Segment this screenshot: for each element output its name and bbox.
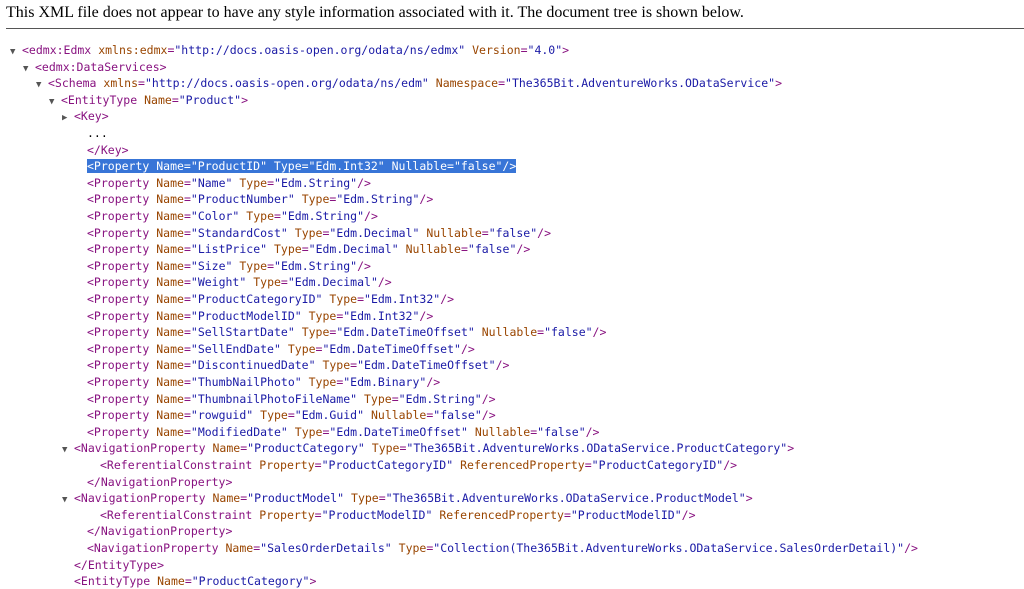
xml-node-text: <Property Name="ThumbnailPhotoFileName" … [87,391,496,406]
collapse-arrow-icon[interactable]: ▼ [62,492,74,508]
collapse-arrow-icon[interactable]: ▼ [10,44,22,60]
expand-arrow-icon[interactable]: ▶ [62,110,74,126]
xml-node-text: </NavigationProperty> [87,524,233,539]
xml-line: <Property Name="DiscontinuedDate" Type="… [87,357,509,373]
xml-line: ▼ <NavigationProperty Name="ProductCatego… [62,440,794,456]
xml-line: <Property Name="ProductModelID" Type="Ed… [87,308,433,324]
xml-line: <EntityType Name="ProductCategory"> [74,573,316,589]
xml-node-text: ... [87,126,108,140]
xml-node-text: <EntityType Name="Product"> [61,92,248,107]
xml-node-text: <Property Name="ListPrice" Type="Edm.Dec… [87,242,531,257]
xml-line: <Property Name="ListPrice" Type="Edm.Dec… [87,241,530,257]
xml-node-text: <Property Name="DiscontinuedDate" Type="… [87,358,510,373]
xml-node-text: <Property Name="ProductCategoryID" Type=… [87,292,455,306]
xml-line: <Property Name="SellEndDate" Type="Edm.D… [87,341,475,357]
xml-node-text: <Property Name="SellStartDate" Type="Edm… [87,325,607,340]
xml-node-text: </NavigationProperty> [87,474,233,489]
xml-line: <ReferentialConstraint Property="Product… [100,457,737,473]
notice-divider [6,28,1024,29]
xml-line: ... [87,125,108,141]
xml-node-text: <Property Name="ProductNumber" Type="Edm… [87,192,434,207]
xml-node-text: <Property Name="StandardCost" Type="Edm.… [87,225,552,240]
xml-node-text: <ReferentialConstraint Property="Product… [100,458,738,472]
xml-node-text: <Property Name="Weight" Type="Edm.Decima… [87,275,392,290]
xml-line: <Property Name="ModifiedDate" Type="Edm.… [87,424,599,440]
xml-line: <Property Name="rowguid" Type="Edm.Guid"… [87,407,496,423]
xml-node-text: <Schema xmlns="http://docs.oasis-open.or… [48,76,782,91]
xml-line: <Property Name="Name" Type="Edm.String"/… [87,175,371,191]
xml-style-notice: This XML file does not appear to have an… [6,4,744,21]
xml-node-text: </Key> [87,142,129,157]
xml-line-selected: <Property Name="ProductID" Type="Edm.Int… [87,158,517,174]
collapse-arrow-icon[interactable]: ▼ [49,94,61,110]
xml-node-text: <edmx:Edmx xmlns:edmx="http://docs.oasis… [22,43,570,57]
xml-node-text: </EntityType> [74,557,165,572]
xml-line: <Property Name="Weight" Type="Edm.Decima… [87,274,392,290]
xml-line: <Property Name="ThumbnailPhotoFileName" … [87,391,496,407]
xml-node-text: <Property Name="ThumbNailPhoto" Type="Ed… [87,375,441,389]
xml-node-text: <Property Name="rowguid" Type="Edm.Guid"… [87,408,496,423]
xml-line: ▼ <NavigationProperty Name="ProductModel"… [62,490,753,506]
xml-line: <ReferentialConstraint Property="Product… [100,507,696,523]
xml-line: ▼ <edmx:Edmx xmlns:edmx="http://docs.oasi… [10,42,569,58]
xml-node-text: <Key> [74,109,109,124]
xml-line: </NavigationProperty> [87,474,232,490]
xml-line: ▼ <EntityType Name="Product"> [49,92,248,108]
xml-line: </EntityType> [74,557,164,573]
xml-line: ▶ <Key> [62,108,109,124]
collapse-arrow-icon[interactable]: ▼ [23,61,35,77]
xml-line: </Key> [87,142,129,158]
xml-line: <Property Name="ThumbNailPhoto" Type="Ed… [87,374,440,390]
xml-node-text: <edmx:DataServices> [35,59,167,74]
xml-line: <Property Name="ProductCategoryID" Type=… [87,291,454,307]
xml-node-text: <Property Name="ModifiedDate" Type="Edm.… [87,424,600,439]
xml-node-text: <ReferentialConstraint Property="Product… [100,507,696,522]
xml-line: <Property Name="ProductNumber" Type="Edm… [87,191,433,207]
collapse-arrow-icon[interactable]: ▼ [62,442,74,458]
xml-node-text: <Property Name="Name" Type="Edm.String"/… [87,175,371,190]
xml-node-text: <Property Name="SellEndDate" Type="Edm.D… [87,341,475,356]
collapse-arrow-icon[interactable]: ▼ [36,77,48,93]
xml-line: <Property Name="Color" Type="Edm.String"… [87,208,378,224]
xml-line: <Property Name="StandardCost" Type="Edm.… [87,225,551,241]
xml-node-text: <NavigationProperty Name="ProductModel" … [74,491,753,506]
xml-node-text: <NavigationProperty Name="ProductCategor… [74,441,795,456]
xml-node-text: <Property Name="ProductID" Type="Edm.Int… [87,159,517,174]
xml-node-text: <Property Name="Color" Type="Edm.String"… [87,209,378,223]
xml-line: ▼ <edmx:DataServices> [23,59,167,75]
xml-node-text: <NavigationProperty Name="SalesOrderDeta… [87,541,918,555]
xml-node-text: <EntityType Name="ProductCategory"> [74,574,317,589]
xml-node-text: <Property Name="ProductModelID" Type="Ed… [87,308,434,323]
xml-line: ▼ <Schema xmlns="http://docs.oasis-open.o… [36,75,782,91]
xml-line: <NavigationProperty Name="SalesOrderDeta… [87,540,918,556]
xml-node-text: <Property Name="Size" Type="Edm.String"/… [87,258,371,273]
xml-line: </NavigationProperty> [87,523,232,539]
xml-line: <Property Name="SellStartDate" Type="Edm… [87,324,606,340]
xml-line: <Property Name="Size" Type="Edm.String"/… [87,258,371,274]
